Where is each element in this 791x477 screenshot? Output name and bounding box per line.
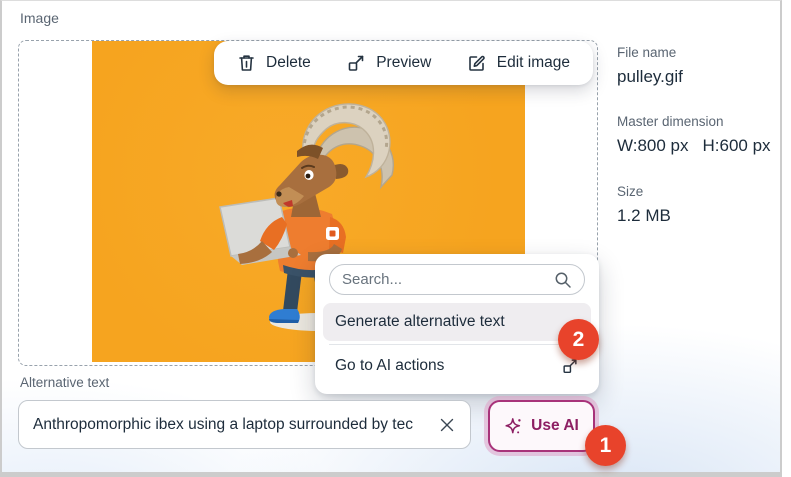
preview-label: Preview	[376, 54, 431, 72]
preview-icon	[346, 53, 366, 73]
app-window: Image	[0, 0, 782, 477]
edit-image-label: Edit image	[497, 54, 570, 72]
width-value: W:800 px	[617, 136, 689, 155]
image-asset-panel: Image	[2, 1, 780, 472]
ai-sparkle-icon	[504, 417, 523, 436]
size-value: 1.2 MB	[617, 206, 782, 226]
file-name-value: pulley.gif	[617, 67, 782, 87]
edit-image-button[interactable]: Edit image	[467, 53, 570, 73]
alternative-text-input[interactable]	[33, 416, 436, 434]
master-dimension-block: Master dimension W:800 px H:600 px	[617, 114, 782, 156]
alternative-text-field	[18, 400, 471, 449]
size-label: Size	[617, 184, 782, 199]
edit-icon	[467, 53, 487, 73]
search-input[interactable]	[342, 271, 554, 288]
delete-button[interactable]: Delete	[237, 53, 311, 73]
generate-alt-text-label: Generate alternative text	[335, 313, 505, 331]
search-icon	[554, 271, 572, 289]
file-name-block: File name pulley.gif	[617, 45, 782, 87]
preview-button[interactable]: Preview	[346, 53, 431, 73]
master-dimension-label: Master dimension	[617, 114, 782, 129]
trash-icon	[237, 53, 256, 73]
image-toolbar: Delete Preview Edit image	[214, 41, 593, 85]
delete-label: Delete	[266, 54, 311, 72]
use-ai-label: Use AI	[531, 417, 579, 435]
ai-actions-dropdown: Generate alternative text Go to AI actio…	[315, 254, 599, 394]
height-value: H:600 px	[703, 136, 771, 155]
menu-divider	[329, 344, 585, 345]
go-to-ai-actions-label: Go to AI actions	[335, 357, 444, 375]
clear-text-button[interactable]	[436, 414, 458, 436]
dropdown-search-box	[329, 264, 585, 295]
image-section-label: Image	[20, 10, 59, 26]
close-icon	[438, 416, 456, 434]
size-block: Size 1.2 MB	[617, 184, 782, 226]
menu-item-go-to-ai-actions[interactable]: Go to AI actions	[323, 347, 591, 385]
file-name-label: File name	[617, 45, 782, 60]
use-ai-button[interactable]: Use AI	[488, 400, 595, 452]
step-badge-2: 2	[558, 319, 599, 360]
step-badge-1: 1	[585, 425, 626, 466]
menu-item-generate-alt-text[interactable]: Generate alternative text	[323, 303, 591, 341]
alternative-text-label: Alternative text	[20, 375, 109, 390]
